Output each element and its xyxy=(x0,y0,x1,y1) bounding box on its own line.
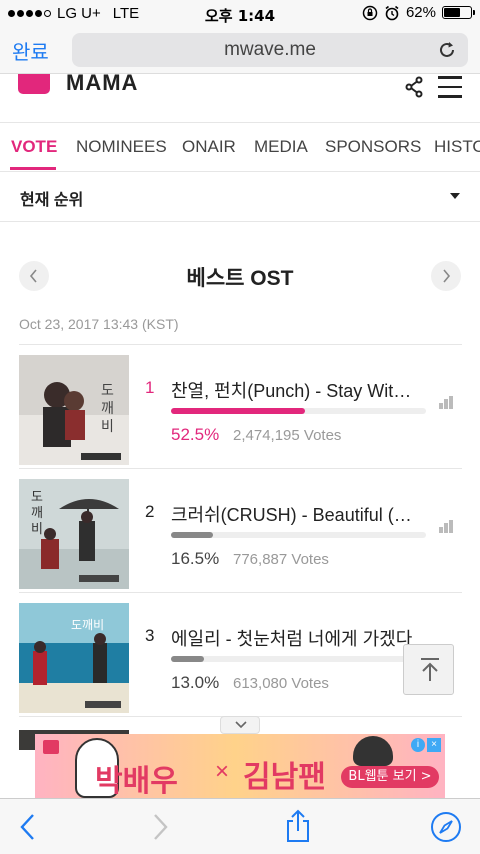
tab-nominees[interactable]: NOMINEES xyxy=(76,137,167,157)
ad-text-left: 박배우 xyxy=(95,764,178,798)
mnet-logo-icon[interactable] xyxy=(18,74,50,94)
ranking-date: Oct 23, 2017 13:43 (KST) xyxy=(19,316,179,332)
vote-progress-fill xyxy=(171,656,205,662)
battery-fill xyxy=(444,8,461,17)
ranking-row[interactable]: 도깨비 3 에일리 - 첫눈처럼 너에게 가겠다 13.0% 613,080 V… xyxy=(19,593,462,717)
song-title: 찬열, 펀치(Punch) - Stay With Me xyxy=(171,381,421,401)
reload-icon[interactable] xyxy=(436,39,458,61)
browser-toolbar xyxy=(0,798,480,854)
site-logo-text[interactable]: MAMA xyxy=(66,74,138,96)
arrow-up-icon xyxy=(421,658,439,681)
site-header: MAMA xyxy=(0,74,480,122)
next-category-button[interactable] xyxy=(431,261,461,291)
rank-number: 2 xyxy=(145,502,155,521)
forward-icon[interactable] xyxy=(150,813,170,841)
url-text: mwave.me xyxy=(224,39,316,60)
vote-percent: 52.5% xyxy=(171,425,220,444)
svg-text:도깨비: 도깨비 xyxy=(71,618,104,632)
share-sheet-icon[interactable] xyxy=(285,809,311,843)
ad-close-icon[interactable]: × xyxy=(427,738,441,752)
status-bar: LG U+ LTE 오후 1:44 62% xyxy=(0,0,480,28)
chevron-right-icon xyxy=(443,269,451,283)
song-title: 크러쉬(CRUSH) - Beautiful (Goblin OST) xyxy=(171,505,421,525)
svg-text:비: 비 xyxy=(31,522,43,537)
vote-count: 2,474,195 Votes xyxy=(233,427,342,444)
ranking-dropdown[interactable]: 현재 순위 xyxy=(0,172,480,222)
done-button[interactable]: 완료 xyxy=(12,36,49,65)
alarm-icon xyxy=(385,5,399,20)
back-icon[interactable] xyxy=(18,813,38,841)
expand-ad-button[interactable] xyxy=(220,716,260,734)
active-tab-underline xyxy=(10,167,56,170)
vote-percent: 16.5% xyxy=(171,549,220,568)
song-title: 에일리 - 첫눈처럼 너에게 가겠다 xyxy=(171,629,413,649)
vote-progress-fill xyxy=(171,408,305,414)
battery-percent: 62% xyxy=(405,4,436,21)
vote-progress-bar xyxy=(171,656,426,662)
chevron-down-icon xyxy=(235,721,247,729)
tab-media[interactable]: MEDIA xyxy=(254,137,308,157)
caret-down-icon xyxy=(450,193,460,199)
status-right: 62% xyxy=(362,4,475,21)
bar-chart-icon[interactable] xyxy=(439,395,455,409)
battery-icon xyxy=(442,6,475,19)
vote-progress-bar xyxy=(171,408,426,414)
svg-text:비: 비 xyxy=(101,419,114,435)
ranking-row[interactable]: 도 깨 비 2 크러쉬(CRUSH) - Beautiful (Goblin O… xyxy=(19,469,462,593)
svg-text:도: 도 xyxy=(101,383,114,399)
tab-onair[interactable]: ONAIR xyxy=(182,137,236,157)
tab-sponsors[interactable]: SPONSORS xyxy=(325,137,421,157)
ad-times: × xyxy=(215,758,230,785)
address-field[interactable]: mwave.me xyxy=(72,33,468,67)
rotation-lock-icon xyxy=(362,5,378,20)
album-art: 도 깨 비 xyxy=(19,355,129,465)
category-title: 베스트 OST xyxy=(186,267,294,290)
main-tabs: VOTE NOMINEES ONAIR MEDIA SPONSORS HISTO xyxy=(0,122,480,172)
browser-url-bar: 완료 mwave.me xyxy=(0,28,480,74)
ad-cta-button[interactable]: BL웹툰 보기 > xyxy=(341,766,439,788)
bar-chart-icon[interactable] xyxy=(439,519,455,533)
album-art: 도 깨 비 xyxy=(19,479,129,589)
rank-number: 1 xyxy=(145,378,155,397)
dropdown-label: 현재 순위 xyxy=(20,192,84,209)
vote-progress-bar xyxy=(171,532,426,538)
scroll-to-top-button[interactable] xyxy=(403,644,454,695)
ad-banner[interactable]: 박배우 × 김남팬 BL웹툰 보기 > i × xyxy=(35,734,445,798)
tab-vote[interactable]: VOTE xyxy=(11,137,57,157)
vote-count: 613,080 Votes xyxy=(233,675,329,692)
ranking-row[interactable]: 도 깨 비 1 찬열, 펀치(Punch) - Stay With Me 52.… xyxy=(19,345,462,469)
vote-percent: 13.0% xyxy=(171,673,220,692)
album-art: 도깨비 xyxy=(19,603,129,713)
vote-progress-fill xyxy=(171,532,214,538)
rank-number: 3 xyxy=(145,626,155,645)
svg-text:깨: 깨 xyxy=(31,506,43,521)
compass-icon[interactable] xyxy=(430,811,462,843)
share-icon[interactable] xyxy=(404,76,424,98)
svg-text:깨: 깨 xyxy=(101,401,114,417)
ad-logo-icon xyxy=(43,740,59,754)
tab-history[interactable]: HISTO xyxy=(434,137,480,157)
hamburger-menu-icon[interactable] xyxy=(438,76,462,98)
svg-text:도: 도 xyxy=(31,490,43,505)
vote-count: 776,887 Votes xyxy=(233,551,329,568)
ad-text-right: 김남팬 xyxy=(243,760,326,795)
ad-info-icon[interactable]: i xyxy=(411,738,425,752)
